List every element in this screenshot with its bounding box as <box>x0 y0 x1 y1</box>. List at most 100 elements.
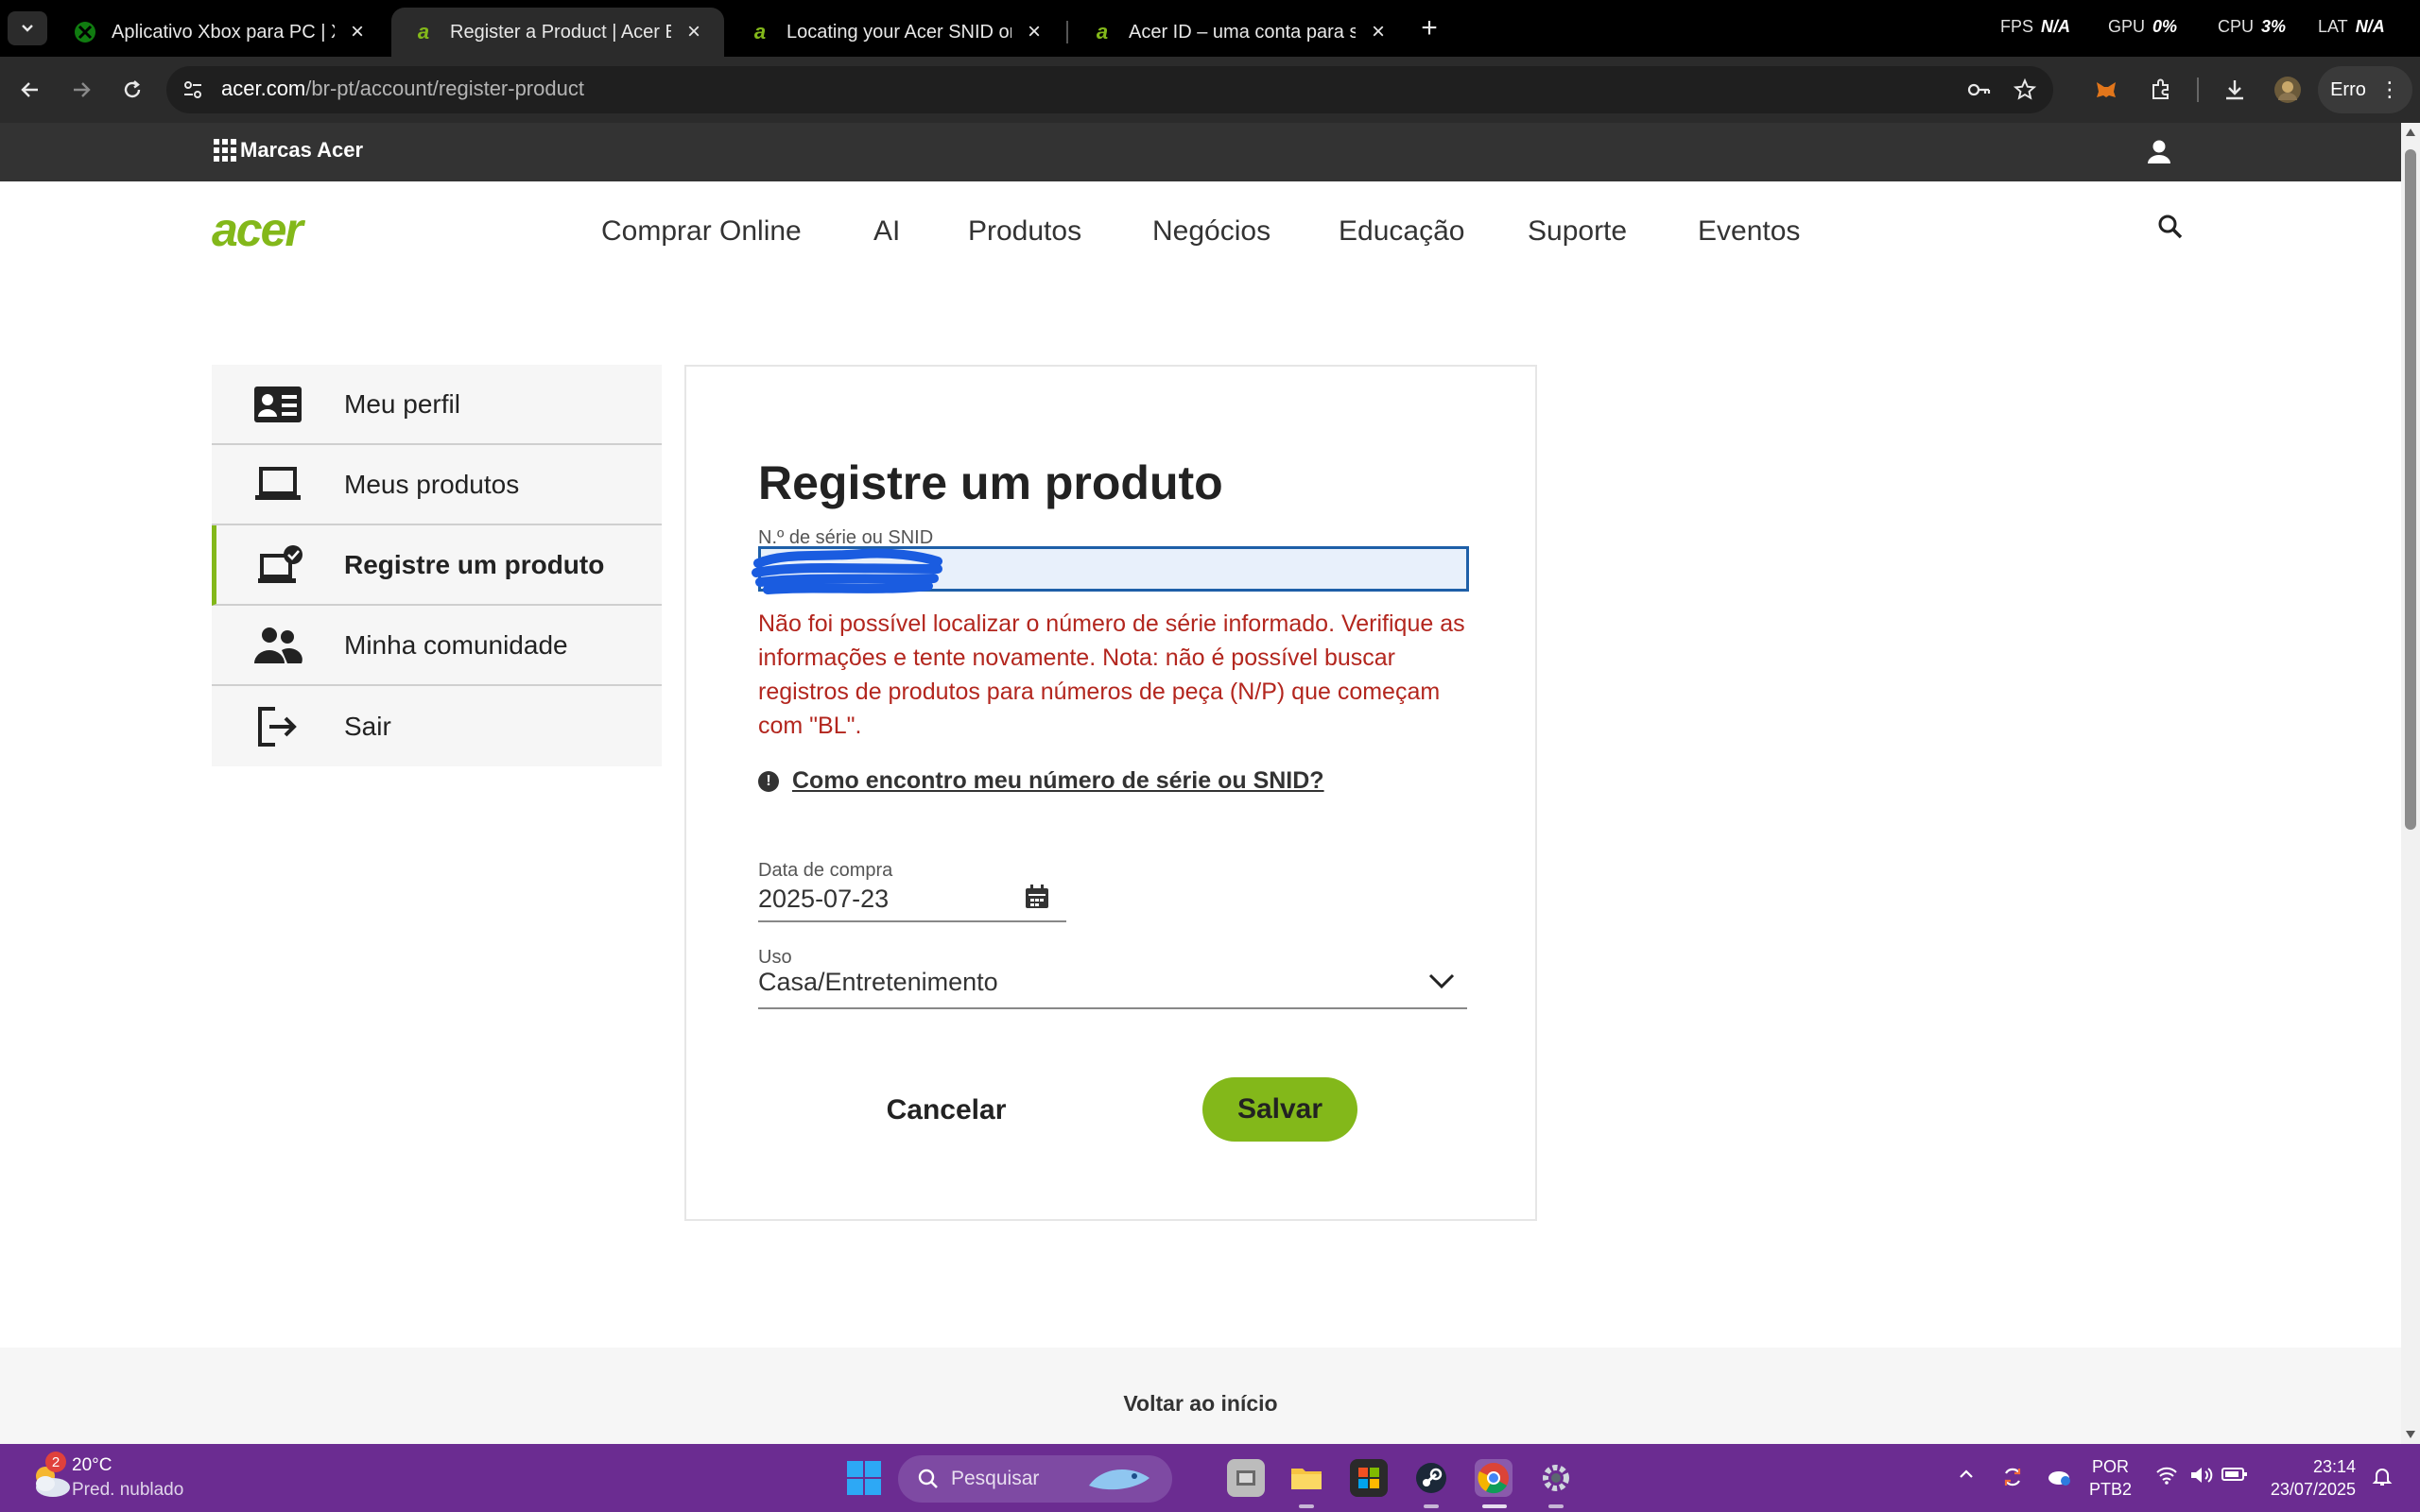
scroll-down-arrow[interactable] <box>2406 1431 2415 1438</box>
sidebar-item-meus-produtos[interactable]: Meus produtos <box>212 445 662 525</box>
chrome-icon[interactable] <box>1475 1459 1512 1497</box>
profile-error-label: Erro <box>2330 78 2366 100</box>
wifi-icon[interactable] <box>2155 1465 2178 1491</box>
metamask-extension-icon[interactable] <box>2089 73 2123 107</box>
snid-help-link[interactable]: Como encontro meu número de série ou SNI… <box>792 767 1324 795</box>
tab-title: Register a Product | Acer Estado <box>450 21 671 43</box>
downloads-icon[interactable] <box>2218 73 2252 107</box>
use-select[interactable]: Casa/Entretenimento <box>758 968 1467 1009</box>
laptop-check-icon <box>216 544 344 586</box>
user-account-icon[interactable] <box>2144 136 2174 166</box>
back-to-top-link[interactable]: Voltar ao início <box>0 1391 2401 1417</box>
chevron-down-icon <box>1428 973 1455 989</box>
sidebar-item-minha-comunidade[interactable]: Minha comunidade <box>212 606 662 686</box>
windows-start-icon[interactable] <box>847 1461 881 1495</box>
purchase-date-field[interactable]: 2025-07-23 <box>758 881 1066 922</box>
apps-grid-icon <box>214 139 236 162</box>
forward-button[interactable] <box>64 73 98 107</box>
save-button[interactable]: Salvar <box>1202 1077 1357 1142</box>
nav-produtos[interactable]: Produtos <box>968 215 1081 248</box>
help-link-row: ! Como encontro meu número de série ou S… <box>758 767 1324 795</box>
key-icon[interactable] <box>1962 73 1996 107</box>
xbox-icon <box>72 21 98 43</box>
acer-icon: a <box>753 20 767 43</box>
profile-card-icon <box>212 386 344 423</box>
volume-icon[interactable] <box>2189 1465 2214 1491</box>
sidebar-item-registre-produto[interactable]: Registre um produto <box>212 525 662 606</box>
onedrive-icon[interactable] <box>2046 1465 2072 1493</box>
close-icon[interactable]: × <box>346 19 369 45</box>
tab-title: Aplicativo Xbox para PC | Xbox <box>112 21 335 43</box>
page-title: Registre um produto <box>758 456 1223 509</box>
nav-comprar-online[interactable]: Comprar Online <box>601 215 802 248</box>
main-nav: acer Comprar Online AI Produtos Negócios… <box>0 181 2401 276</box>
calendar-icon[interactable] <box>1023 883 1051 911</box>
nav-ai[interactable]: AI <box>873 215 900 248</box>
community-icon <box>212 626 344 665</box>
battery-icon[interactable] <box>2221 1465 2248 1489</box>
purchase-date-label: Data de compra <box>758 860 893 881</box>
nav-educacao[interactable]: Educação <box>1339 215 1464 248</box>
tab-locating-snid[interactable]: a Locating your Acer SNID or Ser × <box>728 8 1064 57</box>
settings-running-indicator <box>1548 1504 1564 1508</box>
extensions-icon[interactable] <box>2144 73 2178 107</box>
close-icon[interactable]: × <box>1023 19 1046 45</box>
microsoft-store-icon[interactable] <box>1350 1459 1388 1497</box>
input-language-indicator[interactable]: POR PTB2 <box>2089 1455 2132 1501</box>
settings-gear-icon[interactable] <box>1537 1459 1575 1497</box>
close-icon[interactable]: × <box>1367 19 1390 45</box>
page-scrollbar[interactable] <box>2401 123 2420 1444</box>
arrow-left-icon <box>21 82 38 97</box>
acer-logo[interactable]: acer <box>212 202 303 257</box>
nav-negocios[interactable]: Negócios <box>1152 215 1270 248</box>
tab-acer-id[interactable]: a Acer ID – uma conta para seus d × <box>1070 8 1409 57</box>
tab-title: Acer ID – uma conta para seus d <box>1129 21 1356 43</box>
info-icon: ! <box>758 770 779 792</box>
bookmark-star-icon[interactable] <box>2008 73 2042 107</box>
reload-button[interactable] <box>115 73 149 107</box>
back-button[interactable] <box>13 73 47 107</box>
sidebar-item-sair[interactable]: Sair <box>212 686 662 766</box>
profile-error-button[interactable]: Erro ⋮ <box>2318 66 2412 113</box>
redaction-scribble <box>752 548 942 594</box>
nav-suporte[interactable]: Suporte <box>1528 215 1627 248</box>
cpu-readout: CPU 3% <box>2218 17 2287 36</box>
search-icon[interactable] <box>2155 212 2186 242</box>
brands-menu-button[interactable]: Marcas Acer <box>214 138 363 163</box>
task-view-icon[interactable] <box>1227 1459 1265 1497</box>
sidebar-item-meu-perfil[interactable]: Meu perfil <box>212 365 662 445</box>
sidebar-item-label: Registre um produto <box>344 549 605 579</box>
serial-error-message: Não foi possível localizar o número de s… <box>758 610 1465 739</box>
profile-avatar[interactable] <box>2271 73 2305 107</box>
reload-icon <box>124 80 141 98</box>
page-viewport: Marcas Acer acer Comprar Online AI Produ… <box>0 123 2401 1444</box>
notifications-bell-icon[interactable] <box>2371 1465 2394 1493</box>
sync-icon[interactable] <box>2000 1465 2025 1495</box>
nav-eventos[interactable]: Eventos <box>1698 215 1800 248</box>
scroll-up-arrow[interactable] <box>2406 129 2415 136</box>
tray-overflow-icon[interactable] <box>1957 1465 1976 1489</box>
toolbar-divider <box>2197 77 2199 102</box>
scroll-thumb[interactable] <box>2405 149 2416 830</box>
cancel-button[interactable]: Cancelar <box>875 1085 1017 1136</box>
tab-separator <box>1066 21 1068 43</box>
acer-icon: a <box>417 20 430 43</box>
logout-icon <box>212 706 344 747</box>
sidebar-item-label: Meu perfil <box>344 388 460 419</box>
sidebar-item-label: Sair <box>344 711 391 741</box>
steam-icon[interactable] <box>1412 1459 1450 1497</box>
tab-search-button[interactable] <box>8 11 47 45</box>
system-clock[interactable]: 23:14 23/07/2025 <box>2265 1455 2356 1501</box>
sidebar-item-label: Meus produtos <box>344 469 520 499</box>
file-explorer-icon[interactable] <box>1288 1459 1325 1497</box>
new-tab-button[interactable]: + <box>1412 11 1446 45</box>
acer-icon: a <box>1096 20 1109 43</box>
tab-xbox[interactable]: Aplicativo Xbox para PC | Xbox × <box>53 8 388 57</box>
taskbar-search-placeholder: Pesquisar <box>951 1468 1040 1489</box>
weather-alert-badge: 2 <box>45 1452 66 1472</box>
site-info-icon[interactable] <box>176 73 210 107</box>
taskbar-search[interactable]: Pesquisar <box>898 1455 1172 1503</box>
laptop-icon <box>212 466 344 504</box>
tab-register-product[interactable]: a Register a Product | Acer Estado × <box>391 8 724 57</box>
close-icon[interactable]: × <box>683 19 705 45</box>
